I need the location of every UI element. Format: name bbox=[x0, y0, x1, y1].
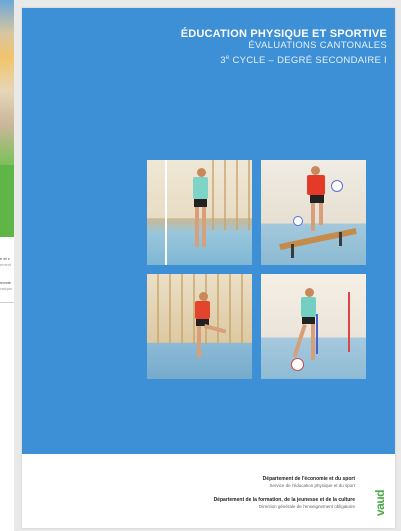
ball bbox=[331, 180, 343, 192]
cover-title-block: ÉDUCATION PHYSIQUE ET SPORTIVE ÉVALUATIO… bbox=[181, 28, 387, 67]
person-shirt bbox=[195, 301, 210, 319]
logo-text: vaud bbox=[373, 489, 387, 516]
person-leg bbox=[195, 207, 199, 247]
person-head bbox=[311, 166, 320, 175]
previous-page-photo bbox=[0, 0, 14, 165]
photo-girl-standing bbox=[147, 160, 252, 265]
person-shirt bbox=[193, 177, 208, 199]
department-block-1: Département de l'économie et du sport Se… bbox=[263, 476, 355, 489]
department-block-2: Département de la formation, de la jeune… bbox=[214, 497, 355, 510]
previous-page-text: e et c bbox=[0, 256, 10, 261]
department-name: Département de l'économie et du sport bbox=[262, 476, 355, 482]
cover-title: ÉDUCATION PHYSIQUE ET SPORTIVE bbox=[180, 28, 387, 40]
person-shirt bbox=[307, 175, 325, 195]
person-leg bbox=[202, 207, 206, 247]
department-name: Département de la formation, de la jeune… bbox=[213, 497, 355, 503]
person-shorts bbox=[302, 317, 315, 324]
previous-page-text: nomie bbox=[0, 280, 11, 285]
person-shirt bbox=[301, 297, 316, 317]
person-head bbox=[199, 292, 208, 301]
football bbox=[291, 358, 304, 371]
photo-girl-football bbox=[261, 274, 366, 379]
bench-leg bbox=[291, 244, 294, 258]
marker-pole bbox=[348, 292, 350, 352]
person-head bbox=[305, 288, 314, 297]
photo-boy-on-bench bbox=[261, 160, 366, 265]
photo-boy-wall-bars bbox=[147, 274, 252, 379]
previous-page: e et c ement nomie ratique bbox=[0, 0, 14, 531]
previous-page-divider bbox=[0, 302, 14, 303]
person-leg bbox=[292, 324, 307, 358]
previous-page-text: ratique bbox=[0, 286, 13, 291]
ball bbox=[293, 216, 303, 226]
pole bbox=[165, 160, 167, 265]
cover-blue-panel: ÉDUCATION PHYSIQUE ET SPORTIVE ÉVALUATIO… bbox=[22, 8, 395, 454]
department-service: Service de l'éducation physique et du sp… bbox=[269, 483, 355, 488]
person-leg bbox=[311, 324, 315, 360]
person-head bbox=[197, 168, 206, 177]
bench-leg bbox=[339, 232, 342, 246]
person-leg bbox=[311, 203, 315, 231]
wall-bars bbox=[202, 160, 252, 230]
marker-pole bbox=[316, 314, 318, 354]
document-cover: ÉDUCATION PHYSIQUE ET SPORTIVE ÉVALUATIO… bbox=[22, 8, 395, 528]
previous-page-green-band bbox=[0, 165, 14, 237]
previous-page-text: ement bbox=[0, 262, 12, 267]
person-shorts bbox=[310, 195, 324, 203]
department-service: Direction générale de l'enseignement obl… bbox=[258, 504, 355, 509]
canton-vaud-logo: vaud bbox=[371, 482, 389, 516]
cover-subtitle-cycle: 3e CYCLE – DEGRÉ SECONDAIRE I bbox=[220, 55, 387, 67]
person-leg bbox=[319, 203, 323, 225]
person-leg bbox=[197, 326, 201, 358]
cover-subtitle: ÉVALUATIONS CANTONALES bbox=[248, 40, 387, 51]
person-shorts bbox=[194, 199, 207, 207]
